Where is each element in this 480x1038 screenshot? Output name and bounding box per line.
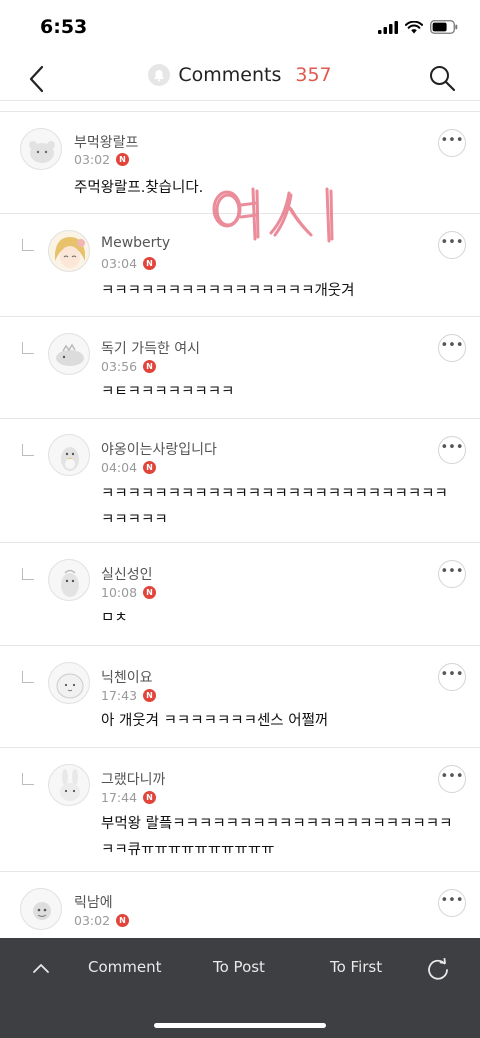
search-icon — [430, 66, 456, 92]
reply-indicator-icon — [22, 342, 34, 354]
more-button[interactable]: ••• — [438, 231, 466, 259]
comment-time: 03:04 — [101, 256, 138, 271]
avatar[interactable] — [20, 128, 62, 170]
wifi-icon — [405, 20, 423, 33]
new-badge: N — [116, 914, 130, 927]
new-badge: N — [143, 360, 157, 373]
comment-meta: 03:56 N — [101, 359, 157, 374]
page-title: Comments 357 — [0, 64, 480, 86]
home-indicator — [154, 1023, 326, 1028]
reply-indicator-icon — [22, 671, 34, 683]
search-button[interactable] — [424, 60, 460, 96]
more-button[interactable]: ••• — [438, 334, 466, 362]
comment-count: 357 — [295, 64, 332, 86]
author-name[interactable]: 독기 가득한 여시 — [101, 338, 200, 358]
comment-text: 부먹왕 랄픜ㅋㅋㅋㅋㅋㅋㅋㅋㅋㅋㅋㅋㅋㅋㅋㅋㅋㅋㅋㅋㅋㅋㅋ큐ㅠㅠㅠㅠㅠㅠㅠㅠㅠㅠ — [101, 816, 453, 858]
avatar[interactable] — [48, 662, 90, 704]
comment-item: 닉첸이요 17:43 N ••• 아 개웃겨 ㅋㅋㅋㅋㅋㅋㅋ센스 어쩔꺼 — [0, 646, 480, 748]
comments-feed[interactable]: 부먹왕랄프 03:02 N ••• 주먹왕랄프.찾습니다. Mewberty 0… — [0, 100, 480, 938]
comment-meta: 03:02 N — [74, 152, 130, 167]
bell-icon[interactable] — [148, 64, 171, 86]
comment-meta: 03:02 N — [74, 913, 130, 928]
comment-meta: 17:43 N — [101, 688, 157, 703]
signal-icon — [378, 20, 398, 34]
comment-time: 17:44 — [101, 790, 138, 805]
refresh-icon[interactable] — [426, 958, 450, 982]
battery-icon — [430, 20, 458, 34]
new-badge: N — [143, 257, 157, 270]
more-button[interactable]: ••• — [438, 663, 466, 691]
comment-item: 부먹왕랄프 03:02 N ••• 주먹왕랄프.찾습니다. — [0, 112, 480, 214]
avatar[interactable] — [20, 888, 62, 930]
author-name[interactable]: 릭남에 — [74, 892, 113, 912]
author-name[interactable]: 실신성인 — [101, 564, 153, 584]
comment-text: 아 개웃겨 ㅋㅋㅋㅋㅋㅋㅋ센스 어쩔꺼 — [101, 713, 329, 729]
more-icon: ••• — [440, 563, 464, 579]
author-name[interactable]: 부먹왕랄프 — [74, 132, 138, 152]
comment-item: 실신성인 10:08 N ••• ㅁㅊ — [0, 543, 480, 646]
bottom-bar: Comment To Post To First — [0, 938, 480, 1038]
avatar[interactable] — [48, 434, 90, 476]
more-icon: ••• — [440, 234, 464, 250]
reply-indicator-icon — [22, 773, 34, 785]
comment-meta: 17:44 N — [101, 790, 157, 805]
new-badge: N — [116, 153, 130, 166]
comment-meta: 10:08 N — [101, 585, 157, 600]
more-button[interactable]: ••• — [438, 889, 466, 917]
avatar[interactable] — [48, 333, 90, 375]
comment-item: 릭남에 03:02 N ••• — [0, 872, 480, 938]
to-first-button[interactable]: To First — [330, 958, 382, 976]
more-icon: ••• — [440, 768, 464, 784]
more-icon: ••• — [440, 892, 464, 908]
new-badge: N — [143, 461, 157, 474]
comment-item: 야옹이는사랑입니다 04:04 N ••• ㅋㅋㅋㅋㅋㅋㅋㅋㅋㅋㅋㅋㅋㅋㅋㅋㅋㅋ… — [0, 419, 480, 543]
comment-item: 그랬다니까 17:44 N ••• 부먹왕 랄픜ㅋㅋㅋㅋㅋㅋㅋㅋㅋㅋㅋㅋㅋㅋㅋㅋ… — [0, 748, 480, 872]
avatar[interactable] — [48, 559, 90, 601]
comment-time: 04:04 — [101, 460, 138, 475]
chevron-up-icon[interactable] — [32, 962, 50, 974]
more-icon: ••• — [440, 439, 464, 455]
avatar[interactable] — [48, 764, 90, 806]
comment-text: ㅋㅋㅋㅋㅋㅋㅋㅋㅋㅋㅋㅋㅋㅋㅋㅋㅋㅋㅋㅋㅋㅋㅋㅋㅋㅋㅋㅋㅋㅋㅋ — [101, 486, 448, 528]
more-icon: ••• — [440, 337, 464, 353]
status-time: 6:53 — [40, 16, 88, 38]
more-button[interactable]: ••• — [438, 129, 466, 157]
reply-indicator-icon — [22, 444, 34, 456]
new-badge: N — [143, 689, 157, 702]
comment-button[interactable]: Comment — [88, 958, 162, 976]
new-badge: N — [143, 586, 157, 599]
author-name[interactable]: Mewberty — [101, 235, 170, 251]
comment-text: ㅁㅊ — [101, 610, 128, 626]
status-icons — [378, 20, 458, 34]
more-icon: ••• — [440, 666, 464, 682]
comment-time: 10:08 — [101, 585, 138, 600]
comment-time: 03:02 — [74, 152, 111, 167]
reply-indicator-icon — [22, 239, 34, 251]
author-name[interactable]: 그랬다니까 — [101, 769, 165, 789]
status-bar: 6:53 — [0, 0, 480, 58]
comment-text: 주먹왕랄프.찾습니다. — [74, 180, 204, 196]
reply-indicator-icon — [22, 568, 34, 580]
new-badge: N — [143, 791, 157, 804]
comment-text: ㅋㅌㅋㅋㅋㅋㅋㅋㅋㅋ — [101, 384, 235, 400]
to-post-button[interactable]: To Post — [213, 958, 265, 976]
title-text: Comments — [178, 64, 282, 86]
nav-bar: Comments 357 — [0, 58, 480, 100]
comment-item: 독기 가득한 여시 03:56 N ••• ㅋㅌㅋㅋㅋㅋㅋㅋㅋㅋ — [0, 317, 480, 419]
comment-text: ㅋㅋㅋㅋㅋㅋㅋㅋㅋㅋㅋㅋㅋㅋㅋㅋ개웃겨 — [101, 283, 355, 299]
comment-meta: 03:04 N — [101, 256, 157, 271]
more-icon: ••• — [440, 132, 464, 148]
comment-time: 03:02 — [74, 913, 111, 928]
comment-time: 03:56 — [101, 359, 138, 374]
comment-meta: 04:04 N — [101, 460, 157, 475]
author-name[interactable]: 닉첸이요 — [101, 667, 153, 687]
more-button[interactable]: ••• — [438, 765, 466, 793]
divider — [0, 100, 480, 112]
more-button[interactable]: ••• — [438, 560, 466, 588]
comment-item: Mewberty 03:04 N ••• ㅋㅋㅋㅋㅋㅋㅋㅋㅋㅋㅋㅋㅋㅋㅋㅋ개웃겨 — [0, 214, 480, 317]
avatar[interactable] — [48, 230, 90, 272]
author-name[interactable]: 야옹이는사랑입니다 — [101, 439, 217, 459]
more-button[interactable]: ••• — [438, 436, 466, 464]
comment-time: 17:43 — [101, 688, 138, 703]
